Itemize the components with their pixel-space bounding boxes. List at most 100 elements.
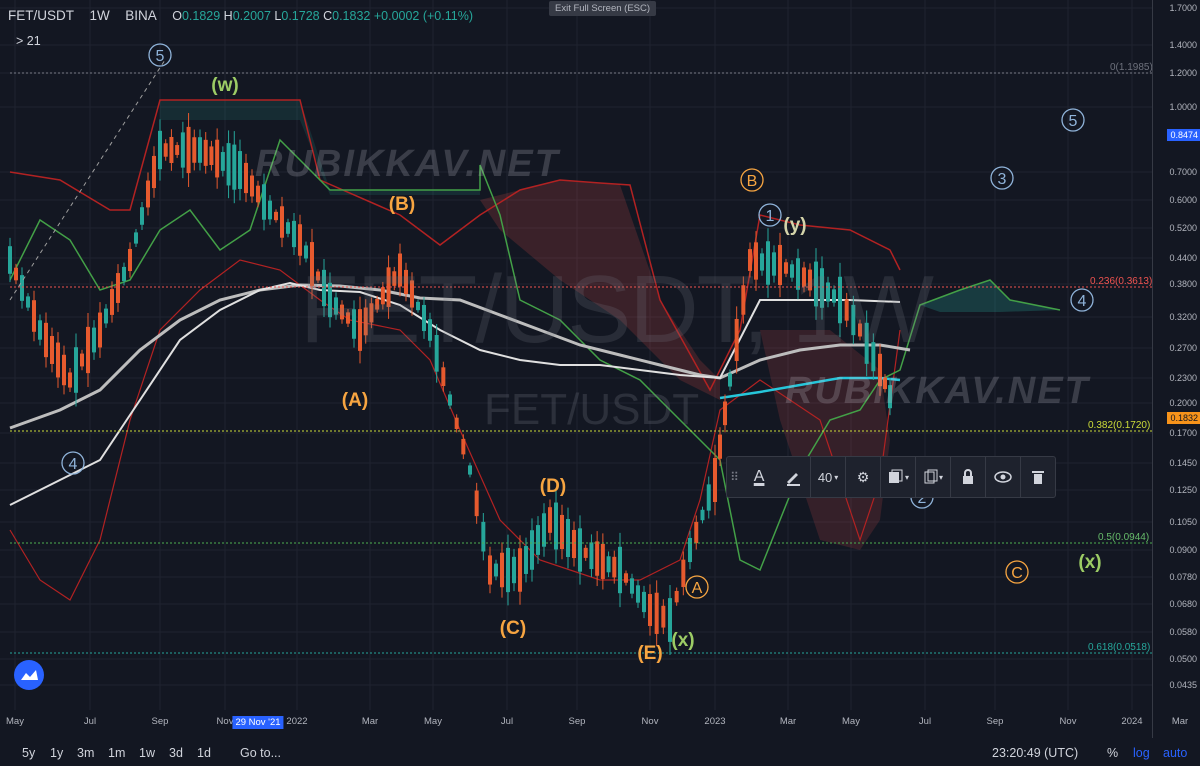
price-tick: 1.4000 <box>1169 40 1197 50</box>
time-tick: Sep <box>151 716 169 727</box>
range-3m-button[interactable]: 3m <box>77 746 94 760</box>
price-tick: 0.2700 <box>1169 343 1197 353</box>
bottom-toolbar: 5y 1y 3m 1m 1w 3d 1d Go to... 23:20:49 (… <box>0 740 1200 766</box>
candle-body <box>454 417 459 429</box>
elliott-wave-label[interactable]: 4 <box>1078 293 1087 310</box>
candle-body <box>542 513 546 547</box>
candle-body <box>250 175 254 197</box>
time-axis[interactable]: May Jul Sep Nov 2022 Mar May Jul Sep Nov 2023 Mar Ma… <box>0 712 1188 732</box>
elliott-wave-label[interactable]: (B) <box>389 194 415 215</box>
elliott-wave-label[interactable]: A <box>692 580 703 597</box>
candle-body <box>723 401 727 426</box>
candle-body <box>286 222 290 234</box>
elliott-wave-label[interactable]: (A) <box>342 390 368 411</box>
elliott-wave-label[interactable]: (D) <box>540 476 566 497</box>
font-size-dropdown[interactable]: 40 ▾ <box>810 457 845 497</box>
price-tick: 0.0680 <box>1169 599 1197 609</box>
drag-handle-icon[interactable]: ⠿ <box>727 457 742 497</box>
interval-label[interactable]: 1W <box>89 8 109 23</box>
range-5y-button[interactable]: 5y <box>22 746 35 760</box>
time-tick: Mar <box>1171 716 1189 727</box>
utc-clock[interactable]: 23:20:49 (UTC) <box>992 746 1078 760</box>
elliott-wave-label[interactable]: 3 <box>998 171 1007 188</box>
price-tick: 0.1250 <box>1169 485 1197 495</box>
candle-body <box>146 180 150 208</box>
time-tick: Jul <box>83 716 97 727</box>
open-label: O <box>172 9 182 23</box>
candle-body <box>548 507 552 533</box>
drawing-toolbar[interactable]: ⠿ A 40 ▾ ⚙ ▾ ▾ <box>726 456 1056 498</box>
time-tick: May <box>6 716 24 727</box>
copy-icon[interactable]: ▾ <box>915 457 950 497</box>
crosshair-date-label: 29 Nov '21 <box>232 716 284 729</box>
candle-body <box>128 248 132 272</box>
elliott-wave-label[interactable]: B <box>747 173 758 190</box>
time-tick: 2023 <box>704 716 726 727</box>
range-1y-button[interactable]: 1y <box>50 746 63 760</box>
exit-fullscreen-button[interactable]: Exit Full Screen (ESC) <box>549 1 657 16</box>
candle-body <box>38 320 42 340</box>
pencil-icon[interactable] <box>776 457 810 497</box>
time-tick: Nov <box>216 716 234 727</box>
lock-icon[interactable] <box>950 457 985 497</box>
candle-body <box>104 308 108 324</box>
layers-icon[interactable]: ▾ <box>880 457 915 497</box>
candle-body <box>606 556 611 573</box>
price-axis[interactable]: 1.7000 1.4000 1.2000 1.0000 0.7000 0.6000 0.52… <box>1152 0 1200 738</box>
elliott-wave-label[interactable]: C <box>1011 565 1023 582</box>
candle-body <box>203 139 208 166</box>
price-tick: 0.5200 <box>1169 223 1197 233</box>
eye-icon[interactable] <box>985 457 1020 497</box>
elliott-wave-label[interactable]: (y) <box>783 215 806 236</box>
change-value: +0.0002 (+0.11%) <box>373 9 473 23</box>
candle-body <box>595 541 600 576</box>
elliott-wave-label[interactable]: 1 <box>766 208 775 225</box>
symbol-label[interactable]: FET/USDT <box>8 8 74 23</box>
candle-body <box>688 537 692 563</box>
gear-icon[interactable]: ⚙ <box>845 457 880 497</box>
candle-body <box>681 559 686 588</box>
candle-body <box>694 521 699 544</box>
trash-icon[interactable] <box>1019 457 1055 497</box>
candle-body <box>518 548 522 592</box>
range-1d-button[interactable]: 1d <box>197 746 211 760</box>
elliott-wave-label[interactable]: (C) <box>500 618 526 639</box>
candle-body <box>572 529 576 559</box>
range-1w-button[interactable]: 1w <box>139 746 155 760</box>
candle-body <box>578 528 582 572</box>
high-label: H <box>223 9 233 23</box>
indicators-toggle[interactable]: > 21 <box>16 34 41 48</box>
tradingview-logo-icon[interactable] <box>14 660 44 690</box>
candle-body <box>62 354 66 386</box>
candle-body <box>648 594 652 626</box>
time-tick: Mar <box>361 716 379 727</box>
candle-body <box>74 347 78 393</box>
price-chart[interactable]: 0(1.1985) 0.236(0.3613) 0.382(0.1720) 0.5(0… <box>0 0 1152 738</box>
price-tick: 0.1700 <box>1169 428 1197 438</box>
percent-toggle[interactable]: % <box>1107 746 1118 760</box>
candle-body <box>44 322 48 358</box>
candle-body <box>220 152 225 171</box>
elliott-wave-label[interactable]: (w) <box>211 75 238 96</box>
log-toggle[interactable]: log <box>1133 746 1150 760</box>
candle-body <box>560 514 564 550</box>
candle-body <box>448 394 452 406</box>
elliott-wave-label[interactable]: 5 <box>1069 113 1078 130</box>
elliott-wave-label[interactable]: 4 <box>69 456 78 473</box>
candle-body <box>506 547 510 593</box>
candle-body <box>86 326 90 374</box>
elliott-wave-label[interactable]: (x) <box>671 630 694 651</box>
candle-body <box>488 555 492 585</box>
candle-body <box>152 155 156 189</box>
elliott-wave-label[interactable]: (x) <box>1078 552 1101 573</box>
text-color-icon[interactable]: A <box>742 457 776 497</box>
range-3d-button[interactable]: 3d <box>169 746 183 760</box>
price-tick: 0.3200 <box>1169 312 1197 322</box>
auto-toggle[interactable]: auto <box>1163 746 1187 760</box>
close-label: C <box>323 9 333 23</box>
elliott-wave-label[interactable]: (E) <box>637 643 662 664</box>
candle-body <box>292 220 296 248</box>
range-1m-button[interactable]: 1m <box>108 746 125 760</box>
goto-button[interactable]: Go to... <box>240 746 281 760</box>
price-tick: 0.0435 <box>1169 680 1197 690</box>
